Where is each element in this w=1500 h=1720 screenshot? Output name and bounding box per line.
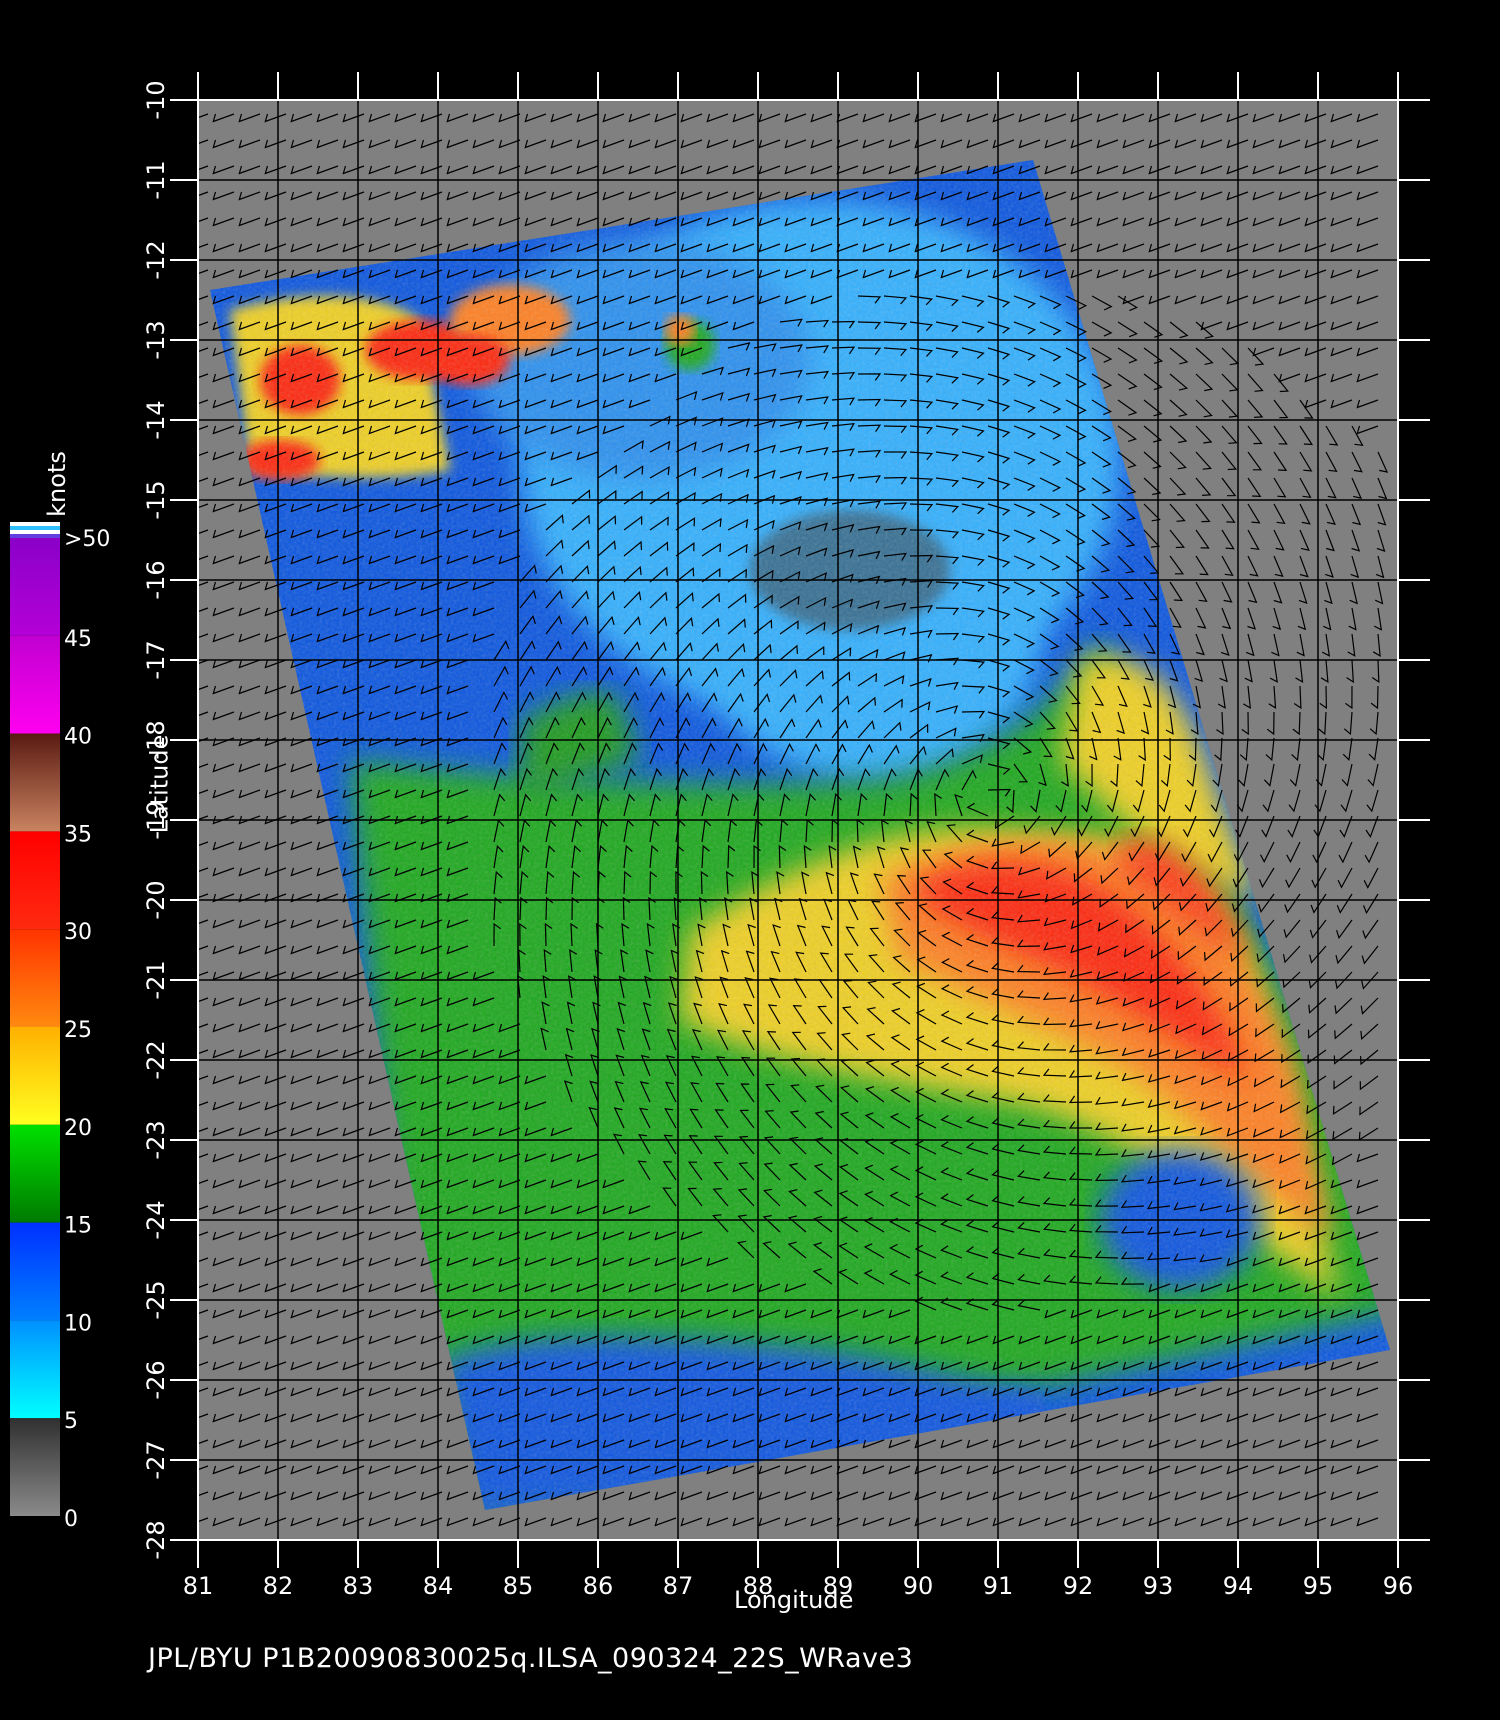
colorbar-label: 5: [64, 1409, 78, 1434]
colorbar-band: [10, 538, 60, 636]
y-tick-label: -17: [142, 640, 170, 679]
colorbar-label: 35: [64, 822, 92, 847]
colorbar-label: 40: [64, 725, 92, 750]
colorbar-label: 20: [64, 1116, 92, 1141]
colorbar-band: [10, 635, 60, 734]
footer-caption: JPL/BYU P1B20090830025q.ILSA_090324_22S_…: [148, 1643, 914, 1674]
y-tick-label: -14: [142, 400, 170, 439]
colorbar-band: [10, 929, 60, 1027]
y-tick-label: -22: [142, 1040, 170, 1079]
colorbar-label: 30: [64, 920, 92, 945]
colorbar-band: [10, 733, 60, 832]
y-axis-title: Latitude: [145, 734, 174, 834]
x-tick-label: 85: [503, 1572, 534, 1600]
y-tick-label: -21: [142, 960, 170, 999]
x-tick-label: 86: [583, 1572, 614, 1600]
x-tick-label: 95: [1303, 1572, 1334, 1600]
colorbar-label: 0: [64, 1507, 78, 1532]
x-tick-label: 82: [263, 1572, 294, 1600]
y-tick-label: -27: [142, 1440, 170, 1479]
colorbar-band: [10, 1027, 60, 1125]
colorbar-label: 15: [64, 1214, 92, 1239]
colorbar-label: >50: [64, 527, 110, 552]
colorbar-band: [10, 1418, 60, 1516]
colorbar-label: 45: [64, 627, 92, 652]
colorbar-overflow-stripe: [10, 526, 60, 530]
x-tick-label: 84: [423, 1572, 454, 1600]
x-tick-label: 91: [983, 1572, 1014, 1600]
y-tick-label: -28: [142, 1520, 170, 1559]
wind-speed-map: 81 82 83 84 85 86 87 88 89 90 91 92 93 94 95 96 -10-11-…: [10, 72, 1430, 1600]
colorbar-unit: knots: [42, 451, 71, 517]
y-tick-label: -26: [142, 1360, 170, 1399]
y-tick-label: -12: [142, 240, 170, 279]
y-tick-label: -24: [142, 1200, 170, 1239]
colorbar-overflow-stripe: [10, 534, 60, 538]
y-tick-label: -23: [142, 1120, 170, 1159]
x-tick-label: 83: [343, 1572, 374, 1600]
colorbar-overflow-stripe: [10, 530, 60, 534]
y-tick-label: -11: [142, 160, 170, 199]
colorbar-band: [10, 1320, 60, 1419]
y-tick-label: -16: [142, 560, 170, 599]
x-tick-label: 93: [1143, 1572, 1174, 1600]
colorbar-band: [10, 831, 60, 930]
y-tick-label: -15: [142, 480, 170, 519]
colorbar-overflow-stripe: [10, 522, 60, 526]
x-tick-label: 90: [903, 1572, 934, 1600]
x-tick-label: 87: [663, 1572, 694, 1600]
x-tick-label: 94: [1223, 1572, 1254, 1600]
colorbar-label: 25: [64, 1018, 92, 1043]
x-axis-title: Longitude: [734, 1586, 854, 1614]
y-tick-label: -20: [142, 880, 170, 919]
colorbar-band: [10, 1124, 60, 1223]
y-tick-label: -13: [142, 320, 170, 359]
x-tick-label: 96: [1383, 1572, 1414, 1600]
colorbar-label: 10: [64, 1311, 92, 1336]
x-tick-label: 92: [1063, 1572, 1094, 1600]
y-tick-label: -10: [142, 80, 170, 119]
y-tick-label: -25: [142, 1280, 170, 1319]
colorbar: >50 45 40 35 30 25 20 15 10 5 0: [10, 522, 110, 1532]
x-tick-label: 81: [183, 1572, 214, 1600]
colorbar-band: [10, 1222, 60, 1321]
